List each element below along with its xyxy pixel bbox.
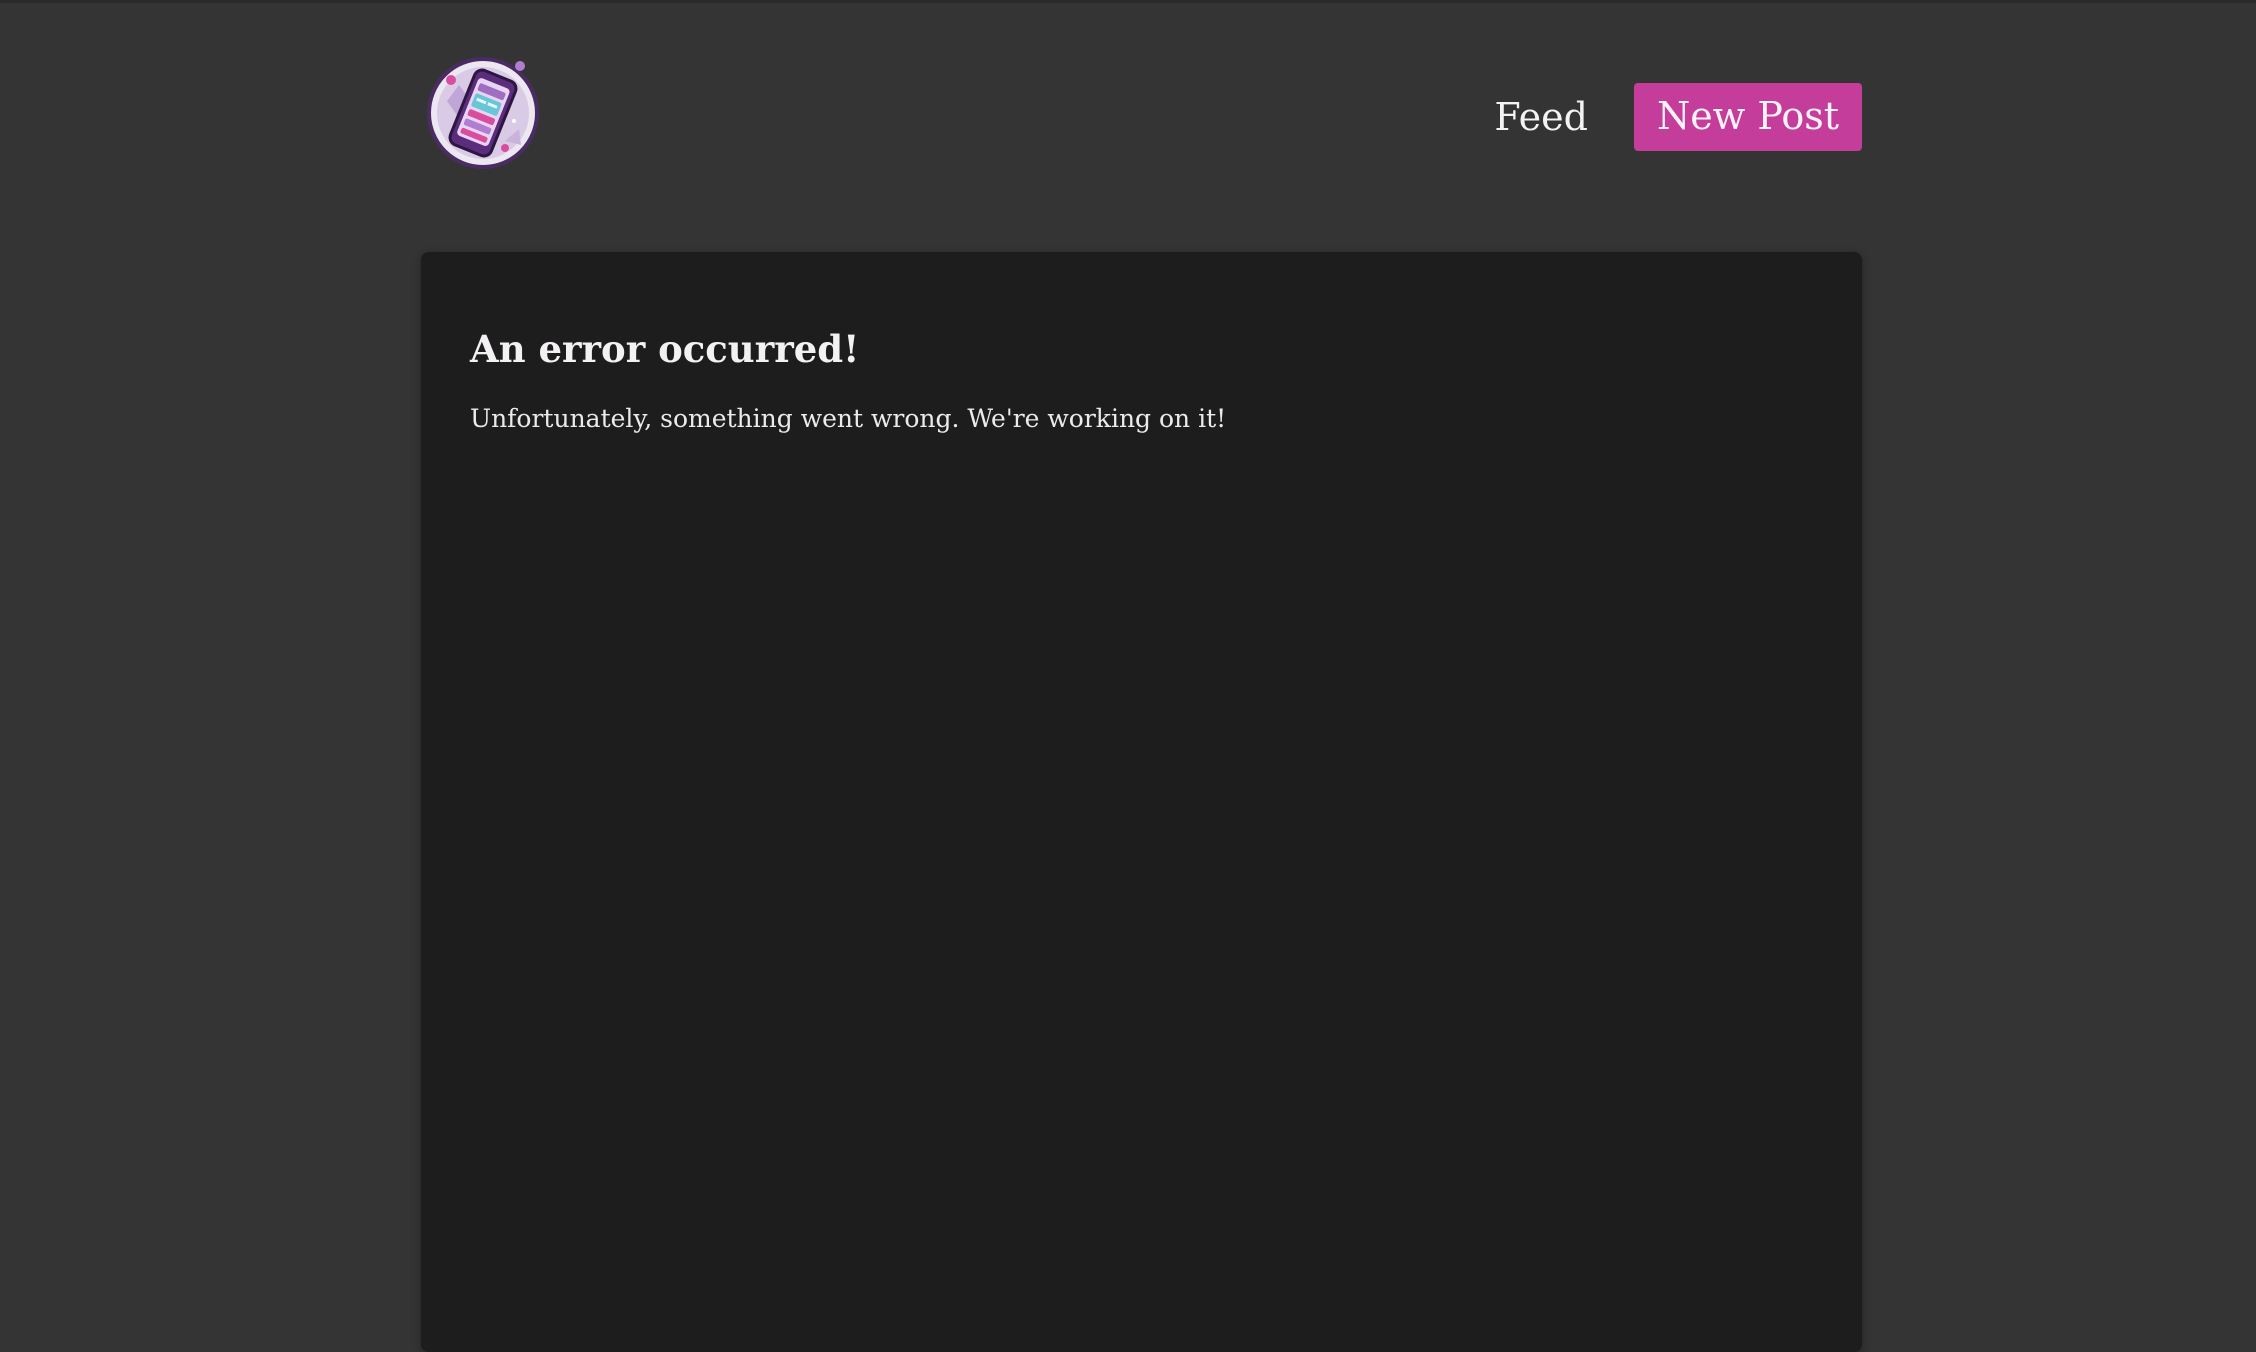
nav-feed-link[interactable]: Feed (1494, 98, 1588, 136)
main-nav: Feed New Post (1494, 83, 1862, 151)
error-card: An error occurred! Unfortunately, someth… (421, 252, 1862, 1352)
main-header: Feed New Post (421, 55, 1862, 177)
logo[interactable] (425, 55, 541, 171)
new-post-button[interactable]: New Post (1633, 83, 1862, 151)
phone-app-logo-icon (427, 57, 539, 169)
error-message: Unfortunately, something went wrong. We'… (470, 404, 1227, 433)
error-title: An error occurred! (470, 327, 860, 371)
top-strip (0, 0, 2256, 3)
